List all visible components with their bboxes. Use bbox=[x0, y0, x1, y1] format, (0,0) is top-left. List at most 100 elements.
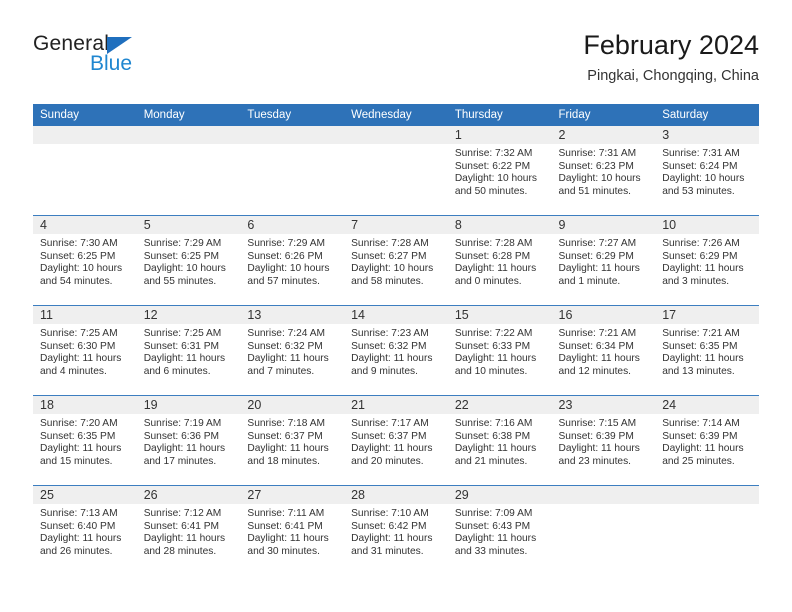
sunset-time: Sunset: 6:41 PM bbox=[247, 520, 323, 532]
sunset-time: Sunset: 6:25 PM bbox=[143, 250, 220, 262]
sunset-time: Sunset: 6:30 PM bbox=[40, 340, 116, 352]
calendar-day-cell[interactable]: 5 Sunrise: 7:29 AM Sunset: 6:25 PM Daylight… bbox=[136, 215, 241, 306]
calendar-day-cell[interactable]: 13 Sunrise: 7:24 AM Sunset: 6:32 PM Dayligh… bbox=[240, 305, 345, 396]
day-cell-inner: 11 Sunrise: 7:25 AM Sunset: 6:30 PM Dayligh… bbox=[33, 306, 137, 395]
sunset-time: Sunset: 6:33 PM bbox=[454, 340, 531, 352]
sunset-time: Sunset: 6:28 PM bbox=[454, 250, 531, 262]
sunrise-time: Sunrise: 7:19 AM bbox=[143, 418, 222, 429]
day-cell-inner: 24 Sunrise: 7:14 AM Sunset: 6:39 PM Dayligh… bbox=[655, 396, 759, 485]
calendar-day-cell[interactable]: 26 Sunrise: 7:12 AM Sunset: 6:41 PM Dayligh… bbox=[136, 485, 241, 575]
calendar-day-cell[interactable]: 14 Sunrise: 7:23 AM Sunset: 6:32 PM Dayligh… bbox=[344, 305, 448, 396]
day-details: Sunrise: 7:21 AM Sunset: 6:34 PM Daylight:… bbox=[552, 324, 656, 378]
sunset-time: Sunset: 6:34 PM bbox=[558, 340, 634, 352]
calendar-day-cell[interactable]: 21 Sunrise: 7:17 AM Sunset: 6:37 PM Dayligh… bbox=[344, 395, 448, 486]
daylight-duration: Daylight: 11 hours and 23 minutes. bbox=[558, 443, 640, 467]
sunrise-time: Sunrise: 7:32 AM bbox=[454, 148, 533, 159]
title-block: February 2024 Pingkai, Chongqing, China bbox=[583, 28, 759, 87]
sunset-time: Sunset: 6:42 PM bbox=[351, 520, 427, 532]
day-details: Sunrise: 7:14 AM Sunset: 6:39 PM Daylight:… bbox=[655, 414, 759, 468]
day-cell-inner: 8 Sunrise: 7:28 AM Sunset: 6:28 PM Daylight… bbox=[447, 216, 552, 305]
sunset-time: Sunset: 6:37 PM bbox=[351, 430, 427, 442]
calendar-day-cell[interactable]: 16 Sunrise: 7:21 AM Sunset: 6:34 PM Dayligh… bbox=[551, 305, 656, 396]
calendar-day-cell[interactable]: 24 Sunrise: 7:14 AM Sunset: 6:39 PM Dayligh… bbox=[655, 395, 759, 486]
day-number: 8 bbox=[447, 216, 552, 234]
calendar-day-cell[interactable]: 9 Sunrise: 7:27 AM Sunset: 6:29 PM Daylight… bbox=[551, 215, 656, 306]
day-details: Sunrise: 7:31 AM Sunset: 6:24 PM Daylight:… bbox=[655, 144, 759, 198]
daylight-duration: Daylight: 11 hours and 31 minutes. bbox=[351, 533, 433, 557]
calendar-day-cell[interactable]: 20 Sunrise: 7:18 AM Sunset: 6:37 PM Dayligh… bbox=[240, 395, 345, 486]
day-details: Sunrise: 7:17 AM Sunset: 6:37 PM Daylight:… bbox=[344, 414, 448, 468]
sunset-time: Sunset: 6:29 PM bbox=[558, 250, 634, 262]
day-cell-inner: 18 Sunrise: 7:20 AM Sunset: 6:35 PM Dayligh… bbox=[33, 396, 137, 485]
calendar-day-cell[interactable]: 10 Sunrise: 7:26 AM Sunset: 6:29 PM Dayligh… bbox=[655, 215, 759, 306]
calendar-day-cell[interactable]: 22 Sunrise: 7:16 AM Sunset: 6:38 PM Dayligh… bbox=[447, 395, 552, 486]
calendar-day-cell[interactable]: 8 Sunrise: 7:28 AM Sunset: 6:28 PM Daylight… bbox=[447, 215, 552, 306]
calendar-day-cell[interactable]: 28 Sunrise: 7:10 AM Sunset: 6:42 PM Dayligh… bbox=[344, 485, 448, 575]
calendar-day-cell[interactable]: 11 Sunrise: 7:25 AM Sunset: 6:30 PM Dayligh… bbox=[33, 305, 137, 396]
day-details: Sunrise: 7:32 AM Sunset: 6:22 PM Daylight:… bbox=[448, 144, 552, 198]
calendar-day-cell[interactable]: 3 Sunrise: 7:31 AM Sunset: 6:24 PM Daylight… bbox=[655, 126, 759, 216]
calendar-day-cell-empty bbox=[136, 126, 241, 216]
day-number: 11 bbox=[33, 306, 137, 324]
sunrise-time: Sunrise: 7:21 AM bbox=[662, 328, 740, 339]
sunrise-time: Sunrise: 7:29 AM bbox=[247, 238, 325, 249]
day-details: Sunrise: 7:12 AM Sunset: 6:41 PM Daylight:… bbox=[137, 504, 241, 558]
calendar-day-cell[interactable]: 19 Sunrise: 7:19 AM Sunset: 6:36 PM Dayligh… bbox=[136, 395, 241, 486]
daylight-duration: Daylight: 11 hours and 33 minutes. bbox=[454, 533, 537, 557]
day-details: Sunrise: 7:29 AM Sunset: 6:25 PM Daylight:… bbox=[137, 234, 241, 288]
weekday-header-sunday: Sunday bbox=[33, 104, 137, 126]
calendar-day-cell[interactable]: 18 Sunrise: 7:20 AM Sunset: 6:35 PM Dayligh… bbox=[33, 395, 137, 486]
calendar-day-cell[interactable]: 15 Sunrise: 7:22 AM Sunset: 6:33 PM Dayligh… bbox=[447, 305, 552, 396]
day-number: 27 bbox=[240, 486, 345, 504]
calendar-week-row: 4 Sunrise: 7:30 AM Sunset: 6:25 PM Daylight… bbox=[33, 215, 759, 306]
daylight-duration: Daylight: 11 hours and 0 minutes. bbox=[454, 263, 537, 287]
sunrise-time: Sunrise: 7:26 AM bbox=[662, 238, 740, 249]
page-subtitle: Pingkai, Chongqing, China bbox=[587, 68, 759, 84]
general-blue-logo[interactable]: General Blue bbox=[33, 32, 213, 88]
daylight-duration: Daylight: 10 hours and 50 minutes. bbox=[454, 173, 537, 197]
calendar-day-cell[interactable]: 4 Sunrise: 7:30 AM Sunset: 6:25 PM Daylight… bbox=[33, 215, 137, 306]
day-cell-inner: 12 Sunrise: 7:25 AM Sunset: 6:31 PM Dayligh… bbox=[136, 306, 241, 395]
calendar-body: 1 Sunrise: 7:32 AM Sunset: 6:22 PM Daylight… bbox=[33, 126, 759, 575]
day-number: 2 bbox=[551, 126, 656, 144]
calendar-day-cell[interactable]: 29 Sunrise: 7:09 AM Sunset: 6:43 PM Dayligh… bbox=[447, 485, 552, 575]
daylight-duration: Daylight: 11 hours and 25 minutes. bbox=[662, 443, 744, 467]
calendar-day-cell[interactable]: 17 Sunrise: 7:21 AM Sunset: 6:35 PM Dayligh… bbox=[655, 305, 759, 396]
day-cell-inner bbox=[344, 126, 448, 215]
calendar-day-cell[interactable]: 12 Sunrise: 7:25 AM Sunset: 6:31 PM Dayligh… bbox=[136, 305, 241, 396]
day-number: 16 bbox=[551, 306, 656, 324]
day-details: Sunrise: 7:09 AM Sunset: 6:43 PM Daylight:… bbox=[448, 504, 552, 558]
day-details: Sunrise: 7:16 AM Sunset: 6:38 PM Daylight:… bbox=[448, 414, 552, 468]
calendar-day-cell[interactable]: 6 Sunrise: 7:29 AM Sunset: 6:26 PM Daylight… bbox=[240, 215, 345, 306]
day-details: Sunrise: 7:18 AM Sunset: 6:37 PM Daylight:… bbox=[240, 414, 344, 468]
sunrise-time: Sunrise: 7:12 AM bbox=[143, 508, 222, 519]
weekday-header-friday: Friday bbox=[551, 104, 656, 126]
day-cell-inner: 17 Sunrise: 7:21 AM Sunset: 6:35 PM Dayligh… bbox=[655, 306, 759, 395]
day-number: 15 bbox=[447, 306, 552, 324]
day-number bbox=[655, 486, 759, 504]
sunset-time: Sunset: 6:39 PM bbox=[558, 430, 634, 442]
day-details: Sunrise: 7:31 AM Sunset: 6:23 PM Daylight:… bbox=[552, 144, 656, 198]
calendar-day-cell[interactable]: 25 Sunrise: 7:13 AM Sunset: 6:40 PM Dayligh… bbox=[33, 485, 137, 575]
sunset-time: Sunset: 6:39 PM bbox=[662, 430, 738, 442]
calendar-day-cell[interactable]: 27 Sunrise: 7:11 AM Sunset: 6:41 PM Dayligh… bbox=[240, 485, 345, 575]
daylight-duration: Daylight: 11 hours and 3 minutes. bbox=[662, 263, 744, 287]
calendar-day-cell[interactable]: 1 Sunrise: 7:32 AM Sunset: 6:22 PM Daylight… bbox=[447, 126, 552, 216]
daylight-duration: Daylight: 11 hours and 1 minute. bbox=[558, 263, 640, 287]
calendar-day-cell[interactable]: 7 Sunrise: 7:28 AM Sunset: 6:27 PM Daylight… bbox=[344, 215, 448, 306]
sunrise-time: Sunrise: 7:16 AM bbox=[454, 418, 533, 429]
sunrise-sunset-calendar: Sunday Monday Tuesday Wednesday Thursday Frid… bbox=[33, 104, 759, 575]
sunrise-time: Sunrise: 7:25 AM bbox=[143, 328, 222, 339]
calendar-day-cell[interactable]: 2 Sunrise: 7:31 AM Sunset: 6:23 PM Daylight… bbox=[551, 126, 656, 216]
calendar-day-cell[interactable]: 23 Sunrise: 7:15 AM Sunset: 6:39 PM Dayligh… bbox=[551, 395, 656, 486]
calendar-week-row: 18 Sunrise: 7:20 AM Sunset: 6:35 PM Dayligh… bbox=[33, 395, 759, 486]
weekday-header-monday: Monday bbox=[136, 104, 241, 126]
sunset-time: Sunset: 6:40 PM bbox=[40, 520, 116, 532]
calendar-week-row: 1 Sunrise: 7:32 AM Sunset: 6:22 PM Daylight… bbox=[33, 126, 759, 216]
day-number: 1 bbox=[447, 126, 552, 144]
sunset-time: Sunset: 6:25 PM bbox=[40, 250, 116, 262]
day-cell-inner bbox=[551, 486, 656, 575]
day-number: 3 bbox=[655, 126, 759, 144]
daylight-duration: Daylight: 11 hours and 17 minutes. bbox=[143, 443, 226, 467]
calendar-week-row: 11 Sunrise: 7:25 AM Sunset: 6:30 PM Dayligh… bbox=[33, 305, 759, 396]
